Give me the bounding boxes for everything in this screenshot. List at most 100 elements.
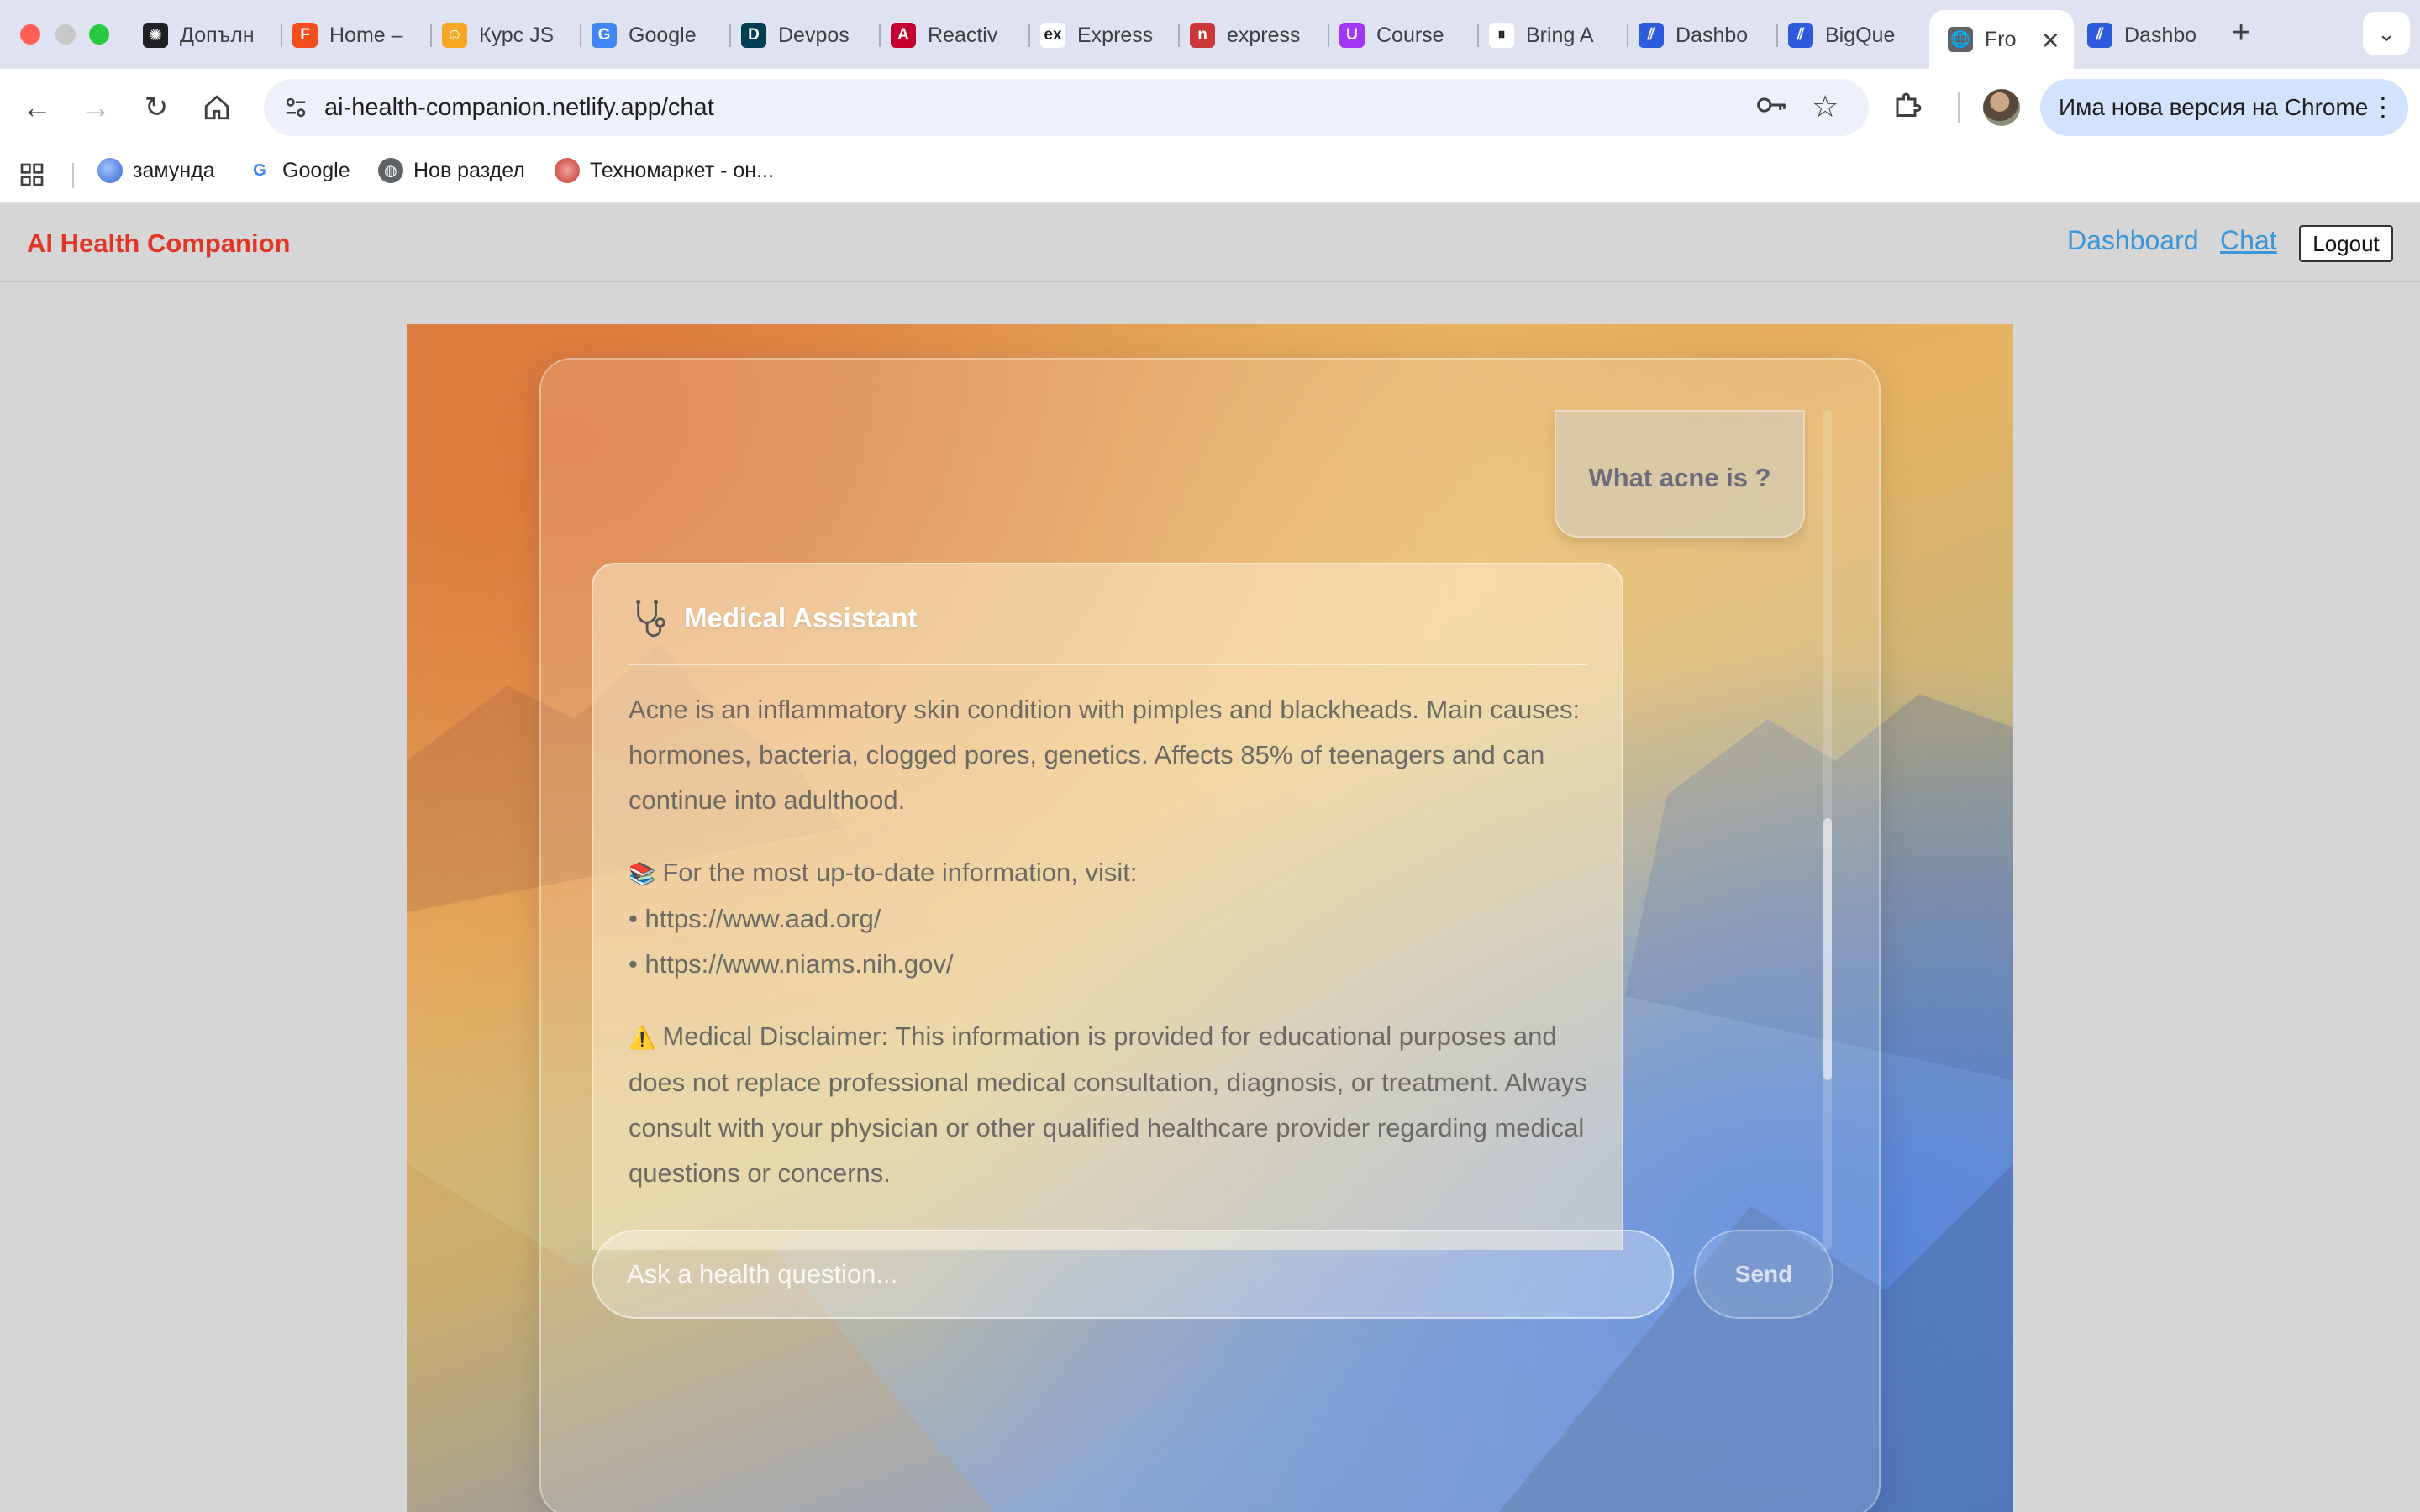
- sources-block: 📚 For the most up-to-date information, vi…: [629, 850, 1595, 987]
- tab-separator: [1776, 24, 1778, 47]
- globe-icon: 🌐: [1948, 27, 1973, 52]
- browser-toolbar: ← → ↻ ai-health-companion.netlify.app/ch…: [0, 69, 2420, 146]
- sources-intro: For the most up-to-date information, vis…: [662, 858, 1138, 887]
- tab-title: Dashbo: [1676, 23, 1749, 47]
- assistant-name: Medical Assistant: [684, 602, 918, 633]
- vercel-icon: ⫽: [1639, 23, 1664, 48]
- zamunda-icon: [97, 158, 123, 183]
- message-list[interactable]: What acne is ? Medical Assistant Acne is…: [592, 410, 1808, 1250]
- profile-avatar[interactable]: [1983, 89, 2020, 126]
- tab-title: Devpos: [778, 23, 850, 47]
- apps-grid-icon[interactable]: [18, 161, 45, 196]
- warning-icon: ⚠️: [629, 1025, 656, 1050]
- browser-tab[interactable]: U Course: [1331, 12, 1476, 59]
- disclaimer-block: ⚠️ Medical Disclaimer: This information i…: [629, 1014, 1595, 1196]
- google-icon: G: [253, 160, 266, 180]
- browser-tab[interactable]: F Home –: [284, 12, 429, 59]
- tab-title: Course: [1376, 23, 1444, 47]
- send-button[interactable]: Send: [1694, 1230, 1833, 1319]
- nav-link-dashboard[interactable]: Dashboard: [2067, 225, 2199, 256]
- tab-title: Express: [1077, 23, 1154, 47]
- bookmark-zamunda[interactable]: замунда: [97, 158, 215, 183]
- browser-tab[interactable]: G Google: [583, 12, 728, 59]
- app-header: AI Health Companion Dashboard Chat Logou…: [0, 203, 2420, 282]
- browser-tab[interactable]: ✺ Допълн: [134, 12, 279, 59]
- bookmark-new-tab[interactable]: ◍ Нов раздел: [378, 158, 525, 183]
- tab-separator: [879, 24, 881, 47]
- globe-icon: ◍: [378, 158, 403, 183]
- browser-tab[interactable]: D Devpos: [733, 12, 877, 59]
- back-icon[interactable]: ←: [17, 87, 57, 128]
- new-tab-icon[interactable]: +: [2232, 15, 2250, 51]
- tab-title: Reactiv: [928, 23, 998, 47]
- bookmark-technomarket[interactable]: Техномаркет - он...: [555, 158, 774, 183]
- chrome-update-button[interactable]: Има нова версия на Chrome ⋮: [2040, 79, 2408, 136]
- source-link[interactable]: • https://www.niams.nih.gov/: [629, 949, 953, 979]
- browser-tab[interactable]: A Reactiv: [882, 12, 1027, 59]
- tab-title: Допълн: [180, 23, 255, 47]
- bookmarks-bar: замунда G Google ◍ Нов раздел Техномарке…: [0, 146, 2420, 203]
- tab-title: BigQue: [1825, 23, 1896, 47]
- nav-link-chat[interactable]: Chat: [2220, 225, 2277, 256]
- angular-icon: A: [891, 23, 916, 48]
- tab-separator: [1028, 24, 1030, 47]
- browser-tab[interactable]: ex Express: [1032, 12, 1176, 59]
- tab-title: Home –: [329, 23, 403, 47]
- course-icon: ☺: [442, 23, 467, 48]
- tab-search-icon[interactable]: ⌄: [2363, 12, 2410, 55]
- password-key-icon[interactable]: [1755, 92, 1787, 124]
- site-info-icon[interactable]: [279, 91, 313, 124]
- bookmark-star-icon[interactable]: ☆: [1812, 89, 1839, 124]
- maximize-window-icon[interactable]: [89, 24, 109, 45]
- forward-icon[interactable]: →: [76, 87, 116, 128]
- browser-tab[interactable]: 🌐 Fro ✕: [1929, 10, 2074, 69]
- tab-title: Google: [629, 23, 697, 47]
- extensions-icon[interactable]: [1892, 89, 1923, 127]
- browser-tab[interactable]: ⏸ Bring A: [1481, 12, 1625, 59]
- assistant-divider: [629, 664, 1588, 665]
- bookmark-label: Нов раздел: [413, 158, 525, 182]
- tab-title: Dashbo: [2124, 23, 2197, 47]
- figma-icon: F: [292, 23, 318, 48]
- browser-tab[interactable]: ⫽ Dashbo: [1630, 12, 1775, 59]
- vercel-icon: ⫽: [1788, 23, 1813, 48]
- url-text[interactable]: ai-health-companion.netlify.app/chat: [324, 94, 714, 122]
- more-menu-icon[interactable]: ⋮: [2370, 91, 2396, 123]
- update-label: Има нова версия на Chrome: [2059, 94, 2369, 120]
- browser-tab[interactable]: ⫽ Dashbo: [2079, 12, 2223, 59]
- tab-separator: [580, 24, 581, 47]
- assistant-body: Acne is an inflammatory skin condition w…: [629, 687, 1595, 1223]
- close-tab-icon[interactable]: ✕: [2041, 27, 2060, 55]
- logout-button[interactable]: Logout: [2299, 225, 2393, 262]
- browser-tab[interactable]: n express: [1181, 12, 1326, 59]
- openai-icon: ✺: [143, 23, 168, 48]
- browser-chrome: ✺ Допълн F Home – ☺ Курс JS G Google D Devpos A Rea…: [0, 0, 2420, 203]
- health-question-input[interactable]: [592, 1230, 1674, 1319]
- browser-tab[interactable]: ⫽ BigQue: [1780, 12, 1924, 59]
- close-window-icon[interactable]: [20, 24, 40, 45]
- tab-separator: [281, 24, 282, 47]
- tab-separator: [1477, 24, 1479, 47]
- pause-icon: ⏸: [1489, 23, 1514, 48]
- source-link[interactable]: • https://www.aad.org/: [629, 904, 881, 933]
- reload-icon[interactable]: ↻: [136, 87, 176, 128]
- bookmark-google[interactable]: G Google: [247, 158, 350, 183]
- tab-strip: ✺ Допълн F Home – ☺ Курс JS G Google D Devpos A Rea…: [0, 0, 2420, 69]
- npm-icon: n: [1190, 23, 1215, 48]
- technomarket-icon: [555, 158, 580, 183]
- vercel-icon: ⫽: [2087, 23, 2112, 48]
- bookmark-label: замунда: [133, 158, 215, 182]
- minimize-window-icon[interactable]: [55, 24, 76, 45]
- messages-scrollbar-thumb[interactable]: [1823, 818, 1832, 1080]
- google-translate-icon: G: [592, 23, 617, 48]
- home-icon[interactable]: [197, 87, 237, 128]
- brand-title[interactable]: AI Health Companion: [27, 228, 290, 259]
- books-icon: 📚: [629, 861, 656, 886]
- answer-paragraph: Acne is an inflammatory skin condition w…: [629, 695, 1581, 815]
- udemy-icon: U: [1339, 23, 1365, 48]
- browser-tab[interactable]: ☺ Курс JS: [434, 12, 578, 59]
- tab-title: Fro: [1985, 27, 2017, 51]
- toolbar-divider: [1958, 92, 1960, 123]
- address-bar[interactable]: ai-health-companion.netlify.app/chat ☆: [264, 79, 1869, 136]
- tab-separator: [430, 24, 432, 47]
